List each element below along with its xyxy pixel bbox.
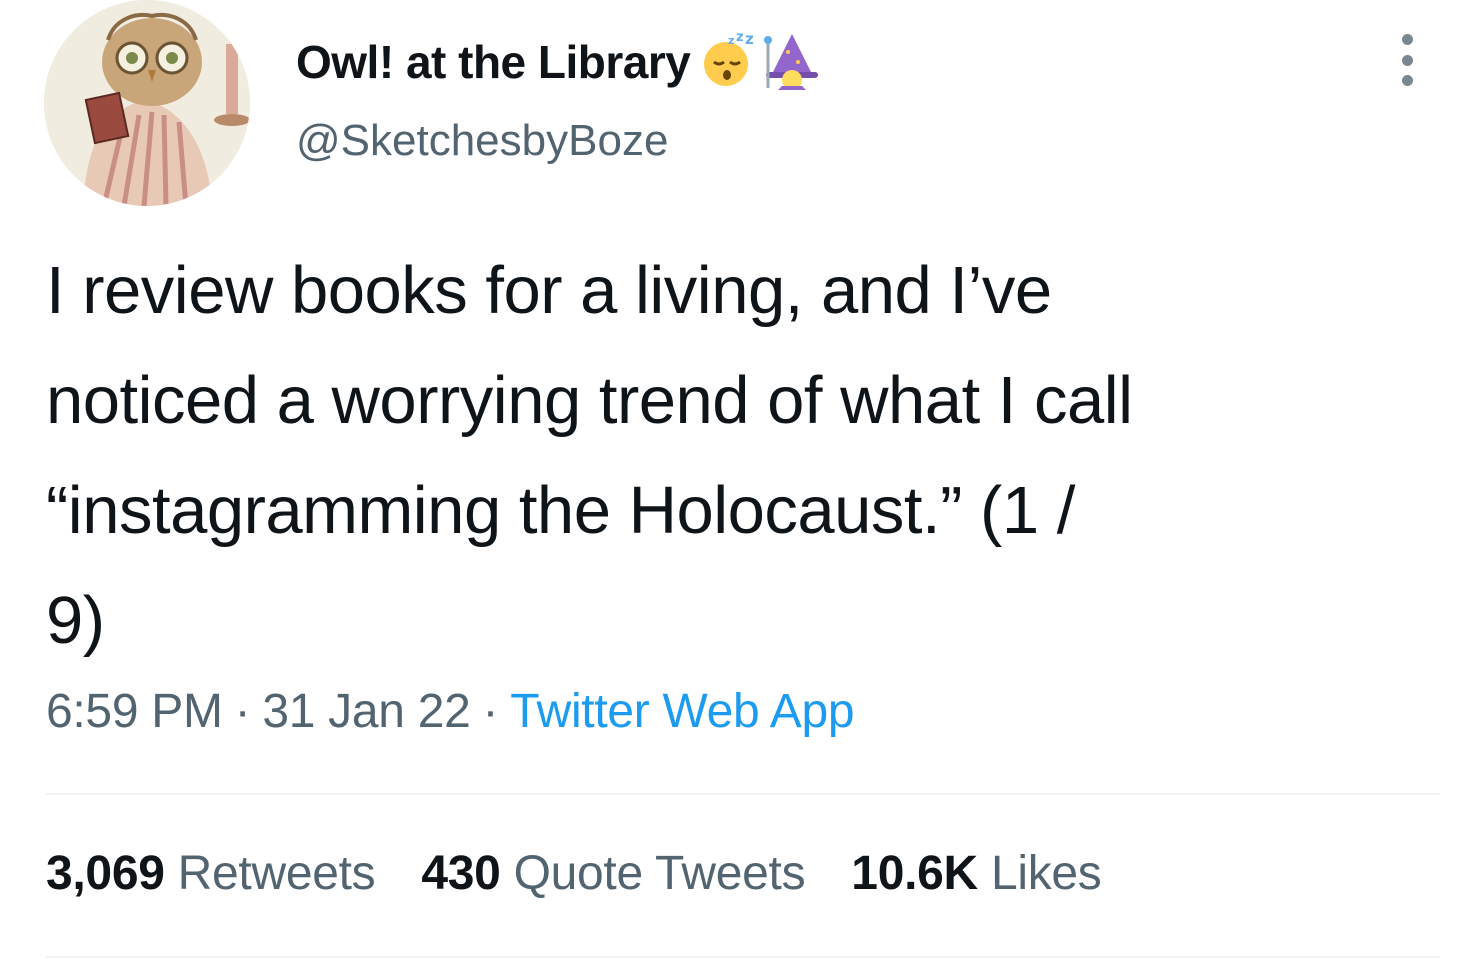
name-row: Owl! at the Library z z z (296, 30, 822, 94)
author-handle[interactable]: @SketchesbyBoze (296, 116, 668, 166)
display-name[interactable]: Owl! at the Library (296, 35, 691, 89)
tweet-text: I review books for a living, and I’ve no… (46, 253, 1133, 658)
svg-text:z: z (728, 34, 734, 47)
retweets-label: Retweets (177, 847, 376, 900)
divider (46, 793, 1440, 795)
avatar[interactable] (44, 0, 250, 206)
quote-tweets-label: Quote Tweets (513, 847, 806, 900)
divider (46, 956, 1440, 958)
dot (1401, 75, 1413, 86)
quote-tweets-stat[interactable]: 430 Quote Tweets (421, 846, 805, 901)
separator: · (482, 685, 499, 738)
likes-label: Likes (990, 847, 1102, 900)
quote-tweets-count: 430 (421, 847, 501, 900)
svg-text:z: z (736, 32, 744, 45)
likes-count: 10.6K (851, 847, 978, 900)
more-options-icon[interactable] (1394, 34, 1420, 86)
retweets-stat[interactable]: 3,069 Retweets (46, 846, 376, 901)
sleeping-face-emoji-icon: z z z (698, 30, 754, 93)
tweet-card: Owl! at the Library z z z @SketchesbyBoz… (0, 0, 1484, 960)
engagement-stats: 3,069 Retweets 430 Quote Tweets 10.6K Li… (46, 846, 1148, 901)
retweets-count: 3,069 (46, 847, 165, 900)
dot (1401, 54, 1413, 66)
mage-emoji-icon (762, 30, 822, 95)
likes-stat[interactable]: 10.6K Likes (851, 846, 1102, 901)
svg-text:z: z (745, 32, 754, 48)
tweet-date[interactable]: 31 Jan 22 (262, 685, 470, 738)
dot (1401, 34, 1413, 45)
tweet-source-link[interactable]: Twitter Web App (510, 685, 854, 738)
tweet-meta: 6:59 PM · 31 Jan 22 · Twitter Web App (46, 684, 855, 739)
tweet-time[interactable]: 6:59 PM (46, 685, 223, 738)
separator: · (234, 685, 251, 738)
